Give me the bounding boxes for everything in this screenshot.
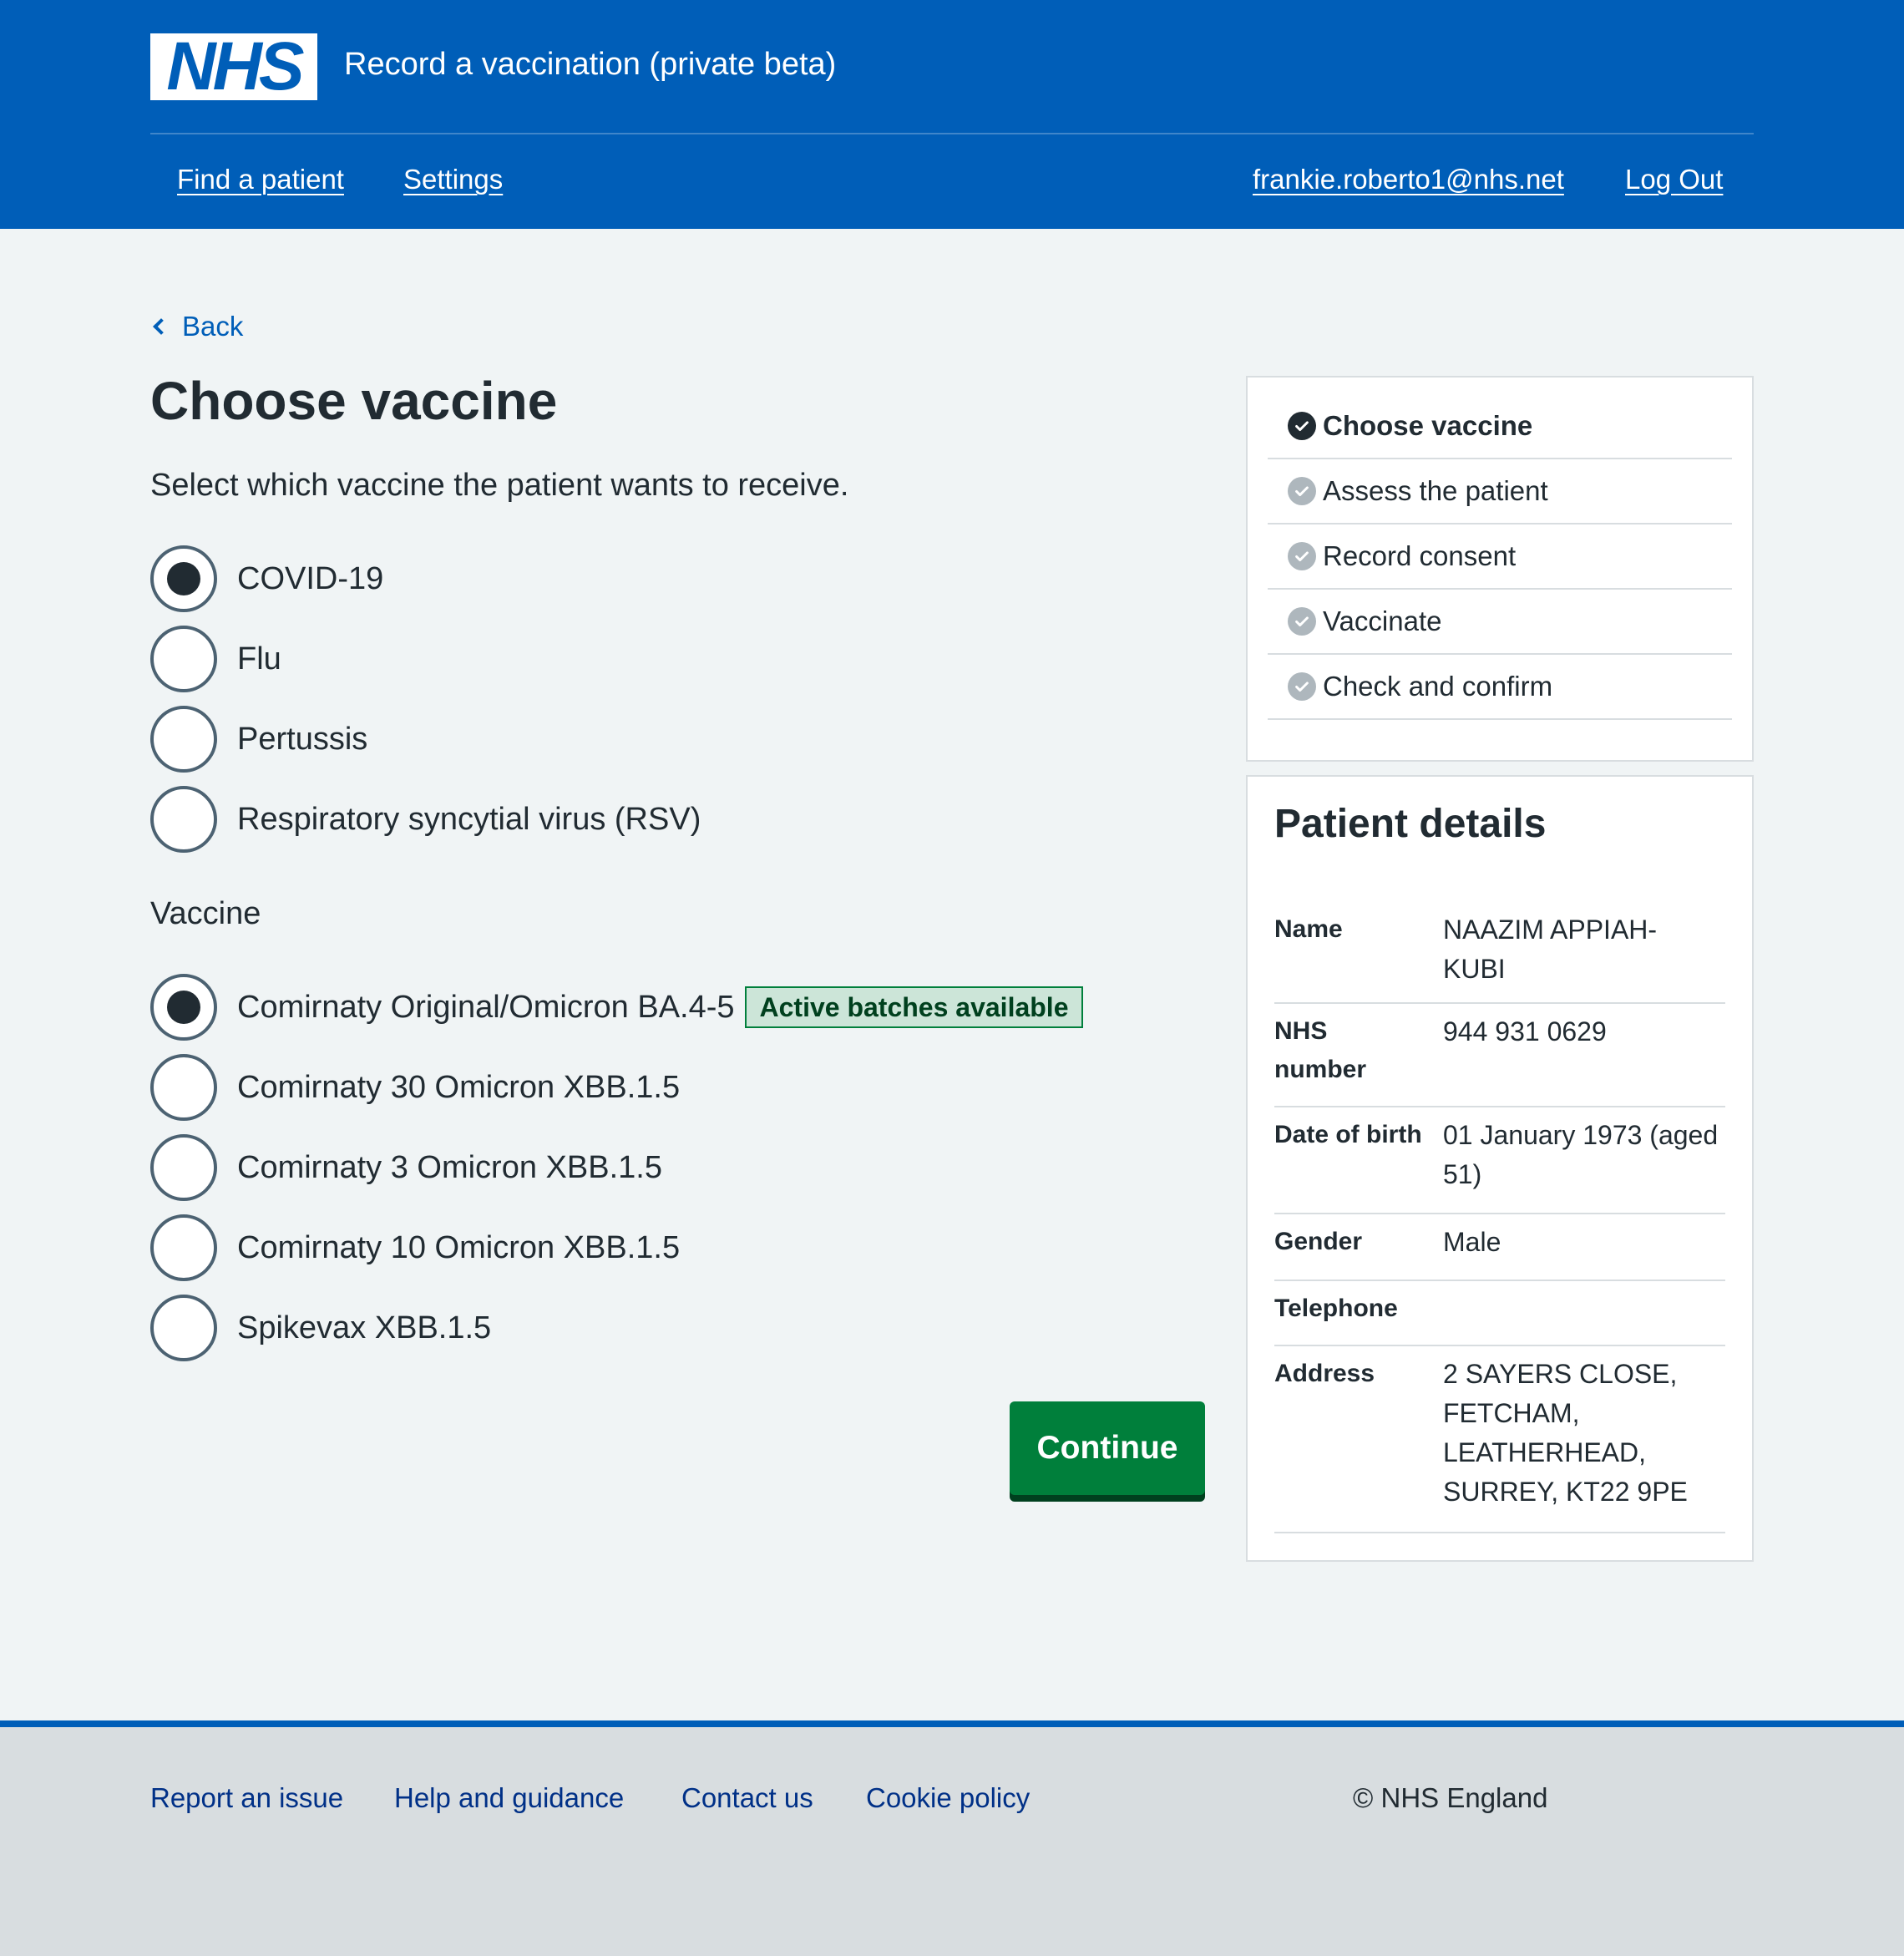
nhs-logo-text: NHS [166,28,304,104]
site-footer [0,1720,1904,1956]
patient-value: 01 January 1973 (aged 51) [1443,1120,1719,1189]
vaccine-radio-spikevax[interactable]: Spikevax XBB.1.5 [150,1295,491,1361]
footer-help-guidance-link[interactable]: Help and guidance [394,1779,624,1817]
patient-value: 944 931 0629 [1443,1016,1607,1046]
programme-label: Respiratory syncytial virus (RSV) [237,802,701,837]
check-circle-icon [1288,542,1316,570]
patient-key: Name [1274,915,1343,943]
chevron-left-icon [153,318,170,335]
programme-radio-rsv[interactable]: Respiratory syncytial virus (RSV) [150,786,701,853]
page-intro: Select which vaccine the patient wants t… [150,468,849,503]
programme-label: Flu [237,641,281,676]
continue-button[interactable]: Continue [1010,1401,1205,1495]
check-circle-icon [1288,412,1316,440]
radio-button[interactable] [150,1295,217,1361]
site-header: NHS Record a vaccination (private beta) … [0,0,1904,229]
check-circle-icon [1288,477,1316,505]
nav-find-patient-link[interactable]: Find a patient [177,160,344,199]
task-label: Choose vaccine [1323,410,1533,441]
footer-contact-us-link[interactable]: Contact us [681,1779,813,1817]
task-item-choose-vaccine[interactable]: Choose vaccine [1268,394,1732,459]
header-divider [150,133,1754,134]
programme-label: COVID-19 [237,561,384,596]
task-label: Record consent [1323,540,1517,571]
task-item-record-consent[interactable]: Record consent [1268,524,1732,590]
back-link[interactable]: Back [150,309,243,344]
programme-radio-pertussis[interactable]: Pertussis [150,706,367,773]
radio-button[interactable] [150,1054,217,1121]
check-circle-icon [1288,607,1316,636]
patient-value: 2 SAYERS CLOSE, FETCHAM, LEATHERHEAD, SU… [1443,1359,1688,1507]
patient-key: Address [1274,1360,1375,1387]
nav-user-email-link[interactable]: frankie.roberto1@nhs.net [1253,160,1564,199]
vaccine-radio-comirnaty-10[interactable]: Comirnaty 10 Omicron XBB.1.5 [150,1214,680,1281]
programme-radio-covid[interactable]: COVID-19 [150,545,383,612]
programme-label: Pertussis [237,722,368,757]
patient-key: Date of birth [1274,1121,1422,1148]
vaccine-legend: Vaccine [150,896,261,931]
footer-report-issue-link[interactable]: Report an issue [150,1779,343,1817]
task-item-assess-patient[interactable]: Assess the patient [1268,459,1732,524]
patient-details-title: Patient details [1274,802,1547,846]
nav-settings-link[interactable]: Settings [403,160,503,199]
vaccine-label: Spikevax XBB.1.5 [237,1310,492,1345]
radio-button-selected[interactable] [150,545,217,612]
patient-row-address: Address 2 SAYERS CLOSE, FETCHAM, LEATHER… [1274,1346,1725,1533]
patient-row-dob: Date of birth 01 January 1973 (aged 51) [1274,1107,1725,1214]
vaccine-label: Comirnaty 10 Omicron XBB.1.5 [237,1230,681,1265]
patient-row-nhs-number: NHS number 944 931 0629 [1274,1004,1725,1107]
footer-cookie-policy-link[interactable]: Cookie policy [866,1779,1030,1817]
programme-radio-flu[interactable]: Flu [150,626,281,692]
radio-button[interactable] [150,626,217,692]
patient-row-telephone: Telephone [1274,1281,1725,1346]
nhs-logo[interactable]: NHS [150,28,317,104]
patient-value: Male [1443,1227,1501,1257]
task-item-vaccinate[interactable]: Vaccinate [1268,590,1732,655]
task-label: Check and confirm [1323,671,1553,702]
active-batches-tag: Active batches available [744,986,1084,1028]
vaccine-label: Comirnaty 30 Omicron XBB.1.5 [237,1070,681,1105]
vaccine-label: Comirnaty 3 Omicron XBB.1.5 [237,1150,662,1185]
patient-key: Telephone [1274,1295,1398,1322]
vaccine-label: Comirnaty Original/Omicron BA.4-5 [237,990,735,1025]
vaccine-radio-comirnaty-3[interactable]: Comirnaty 3 Omicron XBB.1.5 [150,1134,662,1201]
patient-key: NHS number [1274,1017,1367,1083]
check-circle-icon [1288,672,1316,701]
task-label: Assess the patient [1323,475,1548,506]
patient-key: Gender [1274,1228,1363,1255]
radio-button-selected[interactable] [150,974,217,1041]
radio-button[interactable] [150,1214,217,1281]
vaccine-radio-comirnaty-30[interactable]: Comirnaty 30 Omicron XBB.1.5 [150,1054,680,1121]
footer-copyright: © NHS England [1353,1782,1548,1813]
radio-button[interactable] [150,706,217,773]
nav-log-out-link[interactable]: Log Out [1625,160,1723,199]
back-link-label: Back [182,311,244,342]
task-label: Vaccinate [1323,606,1442,636]
radio-button[interactable] [150,1134,217,1201]
patient-row-name: Name NAAZIM APPIAH-KUBI [1274,902,1725,1004]
task-item-check-confirm[interactable]: Check and confirm [1268,655,1732,720]
vaccine-radio-comirnaty-original[interactable]: Comirnaty Original/Omicron BA.4-5 Active… [150,974,1084,1041]
service-name[interactable]: Record a vaccination (private beta) [344,42,836,87]
patient-value: NAAZIM APPIAH-KUBI [1443,915,1658,984]
page-title: Choose vaccine [150,371,558,431]
radio-button[interactable] [150,786,217,853]
patient-row-gender: Gender Male [1274,1214,1725,1281]
